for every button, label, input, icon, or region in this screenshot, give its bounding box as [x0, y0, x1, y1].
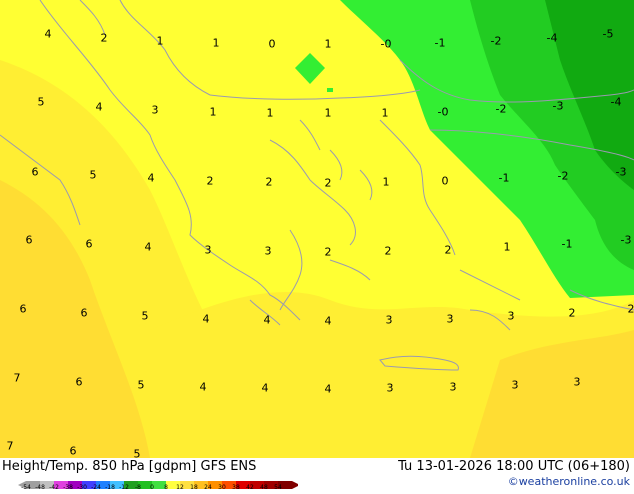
scale-tick-label: -38 [63, 485, 73, 491]
grid-value-label: -5 [603, 29, 614, 40]
grid-value-label: 4 [203, 314, 210, 325]
grid-value-label: 2 [569, 308, 576, 319]
grid-value-label: 5 [90, 170, 97, 181]
grid-value-label: 6 [76, 377, 83, 388]
grid-value-label: 3 [152, 105, 159, 116]
scale-tick-label: 8 [164, 485, 168, 491]
grid-value-label: -1 [435, 38, 446, 49]
grid-value-label: 2 [628, 304, 634, 315]
grid-value-label: 4 [325, 384, 332, 395]
grid-value-label: -0 [381, 39, 392, 50]
scale-tick-label: -42 [49, 485, 59, 491]
grid-value-label: 1 [383, 177, 390, 188]
grid-value-label: 3 [387, 383, 394, 394]
map-canvas: 4 2 1 1 0 1 -0 -1 -2 -4 -5 5 4 3 1 1 1 1 -0 -2 -3 -4 6 5 4 2 2 2 1 0 -… [0, 0, 634, 458]
grid-value-label: 4 [325, 316, 332, 327]
scale-tick-label: 48 [260, 485, 268, 491]
grid-value-label: 3 [574, 377, 581, 388]
grid-value-label: 2 [385, 246, 392, 257]
scale-tick-label: 30 [218, 485, 226, 491]
grid-value-label: 5 [134, 449, 141, 459]
grid-value-label: -4 [611, 97, 622, 108]
grid-value-label: -0 [438, 107, 449, 118]
scale-tick-label: 42 [246, 485, 254, 491]
grid-value-label: 1 [325, 108, 332, 119]
grid-value-label: 3 [512, 380, 519, 391]
scale-tick-label: 18 [190, 485, 198, 491]
grid-value-label: -3 [616, 167, 627, 178]
scale-tick-label: -24 [91, 485, 101, 491]
grid-value-label: 1 [504, 242, 511, 253]
scale-tick-label: -12 [119, 485, 129, 491]
grid-value-label: 2 [325, 247, 332, 258]
grid-value-label: -1 [499, 173, 510, 184]
grid-value-label: 4 [45, 29, 52, 40]
grid-value-label: 7 [14, 373, 21, 384]
scale-tick-label: -54 [21, 485, 31, 491]
grid-value-label: -3 [553, 101, 564, 112]
grid-value-label: 0 [442, 176, 449, 187]
grid-value-label: 3 [205, 245, 212, 256]
scale-tick-label: 12 [176, 485, 184, 491]
grid-value-label: -4 [547, 33, 558, 44]
scale-tick-label: 38 [232, 485, 240, 491]
footer: Height/Temp. 850 hPa [gdpm] GFS ENS Tu 1… [0, 458, 634, 490]
grid-value-label: 6 [26, 235, 33, 246]
grid-value-label: 3 [450, 382, 457, 393]
grid-value-label: -1 [562, 239, 573, 250]
grid-value-label: -2 [491, 36, 502, 47]
grid-value-label: 2 [266, 177, 273, 188]
grid-value-label: 2 [207, 176, 214, 187]
credit-link[interactable]: ©weatheronline.co.uk [508, 475, 630, 488]
grid-value-label: 4 [264, 315, 271, 326]
green-spot-small [327, 88, 333, 92]
grid-value-label: 0 [269, 39, 276, 50]
grid-value-label: 5 [142, 311, 149, 322]
grid-value-label: -2 [496, 104, 507, 115]
grid-value-label: 6 [20, 304, 27, 315]
grid-value-label: 1 [157, 36, 164, 47]
valid-time: Tu 13-01-2026 18:00 UTC (06+180) [398, 459, 630, 474]
scale-tick-label: -8 [135, 485, 141, 491]
scale-tick-label: -30 [77, 485, 87, 491]
grid-value-label: 1 [382, 108, 389, 119]
grid-value-label: 1 [325, 39, 332, 50]
grid-value-label: -3 [621, 235, 632, 246]
grid-value-label: 6 [32, 167, 39, 178]
grid-value-label: -2 [558, 171, 569, 182]
grid-value-label: 7 [7, 441, 14, 452]
scale-tick-label: 24 [204, 485, 212, 491]
scale-tick-label: 0 [150, 485, 154, 491]
grid-value-label: 4 [262, 383, 269, 394]
grid-value-label: 5 [38, 97, 45, 108]
grid-value-label: 3 [386, 315, 393, 326]
grid-value-label: 1 [210, 107, 217, 118]
grid-value-label: 5 [138, 380, 145, 391]
grid-value-label: 4 [145, 242, 152, 253]
grid-value-label: 2 [325, 178, 332, 189]
scale-tick-label: -18 [105, 485, 115, 491]
map-title: Height/Temp. 850 hPa [gdpm] GFS ENS [2, 459, 256, 474]
grid-value-label: 6 [86, 239, 93, 250]
color-scale-ticks: -54 -48 -42 -38 -30 -24 -18 -12 -8 0 8 12 18 24 30 38 42… [22, 485, 302, 491]
grid-value-label: 2 [445, 245, 452, 256]
map-svg [0, 0, 634, 458]
grid-value-label: 4 [200, 382, 207, 393]
grid-value-label: 6 [70, 446, 77, 457]
grid-value-label: 3 [508, 311, 515, 322]
grid-value-label: 4 [148, 173, 155, 184]
grid-value-label: 1 [267, 108, 274, 119]
grid-value-label: 6 [81, 308, 88, 319]
grid-value-label: 3 [447, 314, 454, 325]
grid-value-label: 3 [265, 246, 272, 257]
grid-value-label: 4 [96, 102, 103, 113]
grid-value-label: 1 [213, 38, 220, 49]
scale-tick-label: -48 [35, 485, 45, 491]
scale-tick-label: 54 [274, 485, 282, 491]
grid-value-label: 2 [101, 33, 108, 44]
